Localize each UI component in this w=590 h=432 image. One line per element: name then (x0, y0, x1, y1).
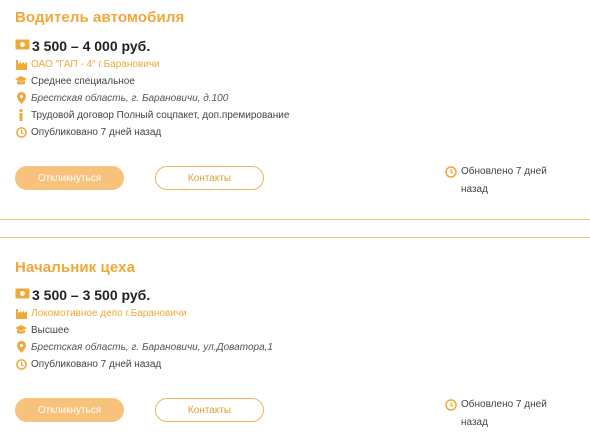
published-row: Опубликовано 7 дней назад (15, 357, 161, 371)
updated-info: Обновлено 7 дней назад (445, 396, 553, 432)
vacancy-card: Водитель автомобиля 3 500 – 4 000 руб. О… (0, 0, 590, 222)
conditions-text: Трудовой договор Полный соцпакет, доп.пр… (31, 109, 290, 121)
company-link[interactable]: ОАО "ГАП - 4" г.Барановичи (31, 59, 160, 70)
graduation-cap-icon (15, 324, 27, 336)
money-icon (15, 286, 30, 304)
company-link[interactable]: Локомотивное депо г.Барановичи (31, 308, 187, 319)
education-row: Высшее (15, 323, 69, 337)
updated-text: Обновлено 7 дней назад (461, 399, 547, 428)
divider (0, 237, 590, 238)
vacancy-title[interactable]: Водитель автомобиля (15, 9, 184, 26)
respond-button[interactable]: Откликнуться (15, 398, 124, 422)
address-row: Брестская область, г. Барановичи, д.100 (15, 91, 228, 105)
updated-text: Обновлено 7 дней назад (461, 166, 547, 195)
updated-info: Обновлено 7 дней назад (445, 163, 553, 199)
salary-text: 3 500 – 4 000 руб. (32, 38, 151, 54)
education-row: Среднее специальное (15, 74, 135, 88)
address-text: Брестская область, г. Барановичи, ул.Дов… (31, 341, 273, 353)
conditions-row: Трудовой договор Полный соцпакет, доп.пр… (15, 108, 289, 122)
address-text: Брестская область, г. Барановичи, д.100 (31, 92, 229, 104)
location-pin-icon (15, 341, 27, 353)
factory-icon (15, 58, 27, 70)
salary-text: 3 500 – 3 500 руб. (32, 287, 151, 303)
company-row: Локомотивное депо г.Барановичи (15, 306, 187, 320)
divider (0, 219, 590, 220)
contacts-button[interactable]: Контакты (155, 398, 264, 422)
info-icon (15, 109, 27, 121)
money-icon (15, 37, 30, 55)
salary-row: 3 500 – 3 500 руб. (15, 286, 150, 304)
vacancy-card: Начальник цеха 3 500 – 3 500 руб. Локомо… (0, 246, 590, 432)
education-text: Высшее (31, 324, 70, 336)
address-row: Брестская область, г. Барановичи, ул.Дов… (15, 340, 273, 354)
clock-icon (445, 399, 457, 432)
clock-icon (15, 126, 27, 138)
clock-icon (445, 166, 457, 199)
published-text: Опубликовано 7 дней назад (31, 358, 162, 370)
education-text: Среднее специальное (31, 75, 135, 87)
respond-button[interactable]: Откликнуться (15, 166, 124, 190)
company-row: ОАО "ГАП - 4" г.Барановичи (15, 57, 160, 71)
factory-icon (15, 307, 27, 319)
contacts-button[interactable]: Контакты (155, 166, 264, 190)
published-text: Опубликовано 7 дней назад (31, 126, 162, 138)
salary-row: 3 500 – 4 000 руб. (15, 37, 150, 55)
published-row: Опубликовано 7 дней назад (15, 125, 161, 139)
clock-icon (15, 358, 27, 370)
graduation-cap-icon (15, 75, 27, 87)
vacancy-title[interactable]: Начальник цеха (15, 259, 135, 276)
location-pin-icon (15, 92, 27, 104)
